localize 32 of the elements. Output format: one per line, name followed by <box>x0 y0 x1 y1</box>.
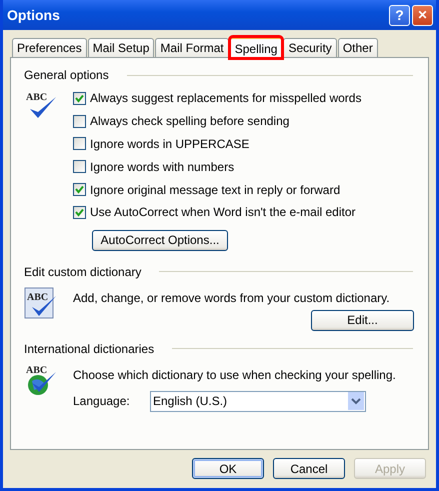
description-text: Choose which dictionary to use when checking your spelling. <box>73 368 397 382</box>
tab[interactable]: Other <box>338 38 378 57</box>
checkbox[interactable] <box>73 114 86 128</box>
checkbox-label: Ignore original message text in reply or forward <box>90 182 340 197</box>
checkbox-label: Always suggest replacements for misspelled words <box>90 91 362 106</box>
checkbox[interactable] <box>73 92 86 105</box>
description-text: Add, change, or remove words from your custom dictionary. <box>73 290 391 305</box>
tab[interactable]: Mail Setup <box>88 38 154 57</box>
checkbox-label: Use AutoCorrect when Word isn't the e-mail editor <box>90 205 356 220</box>
section-heading: International dictionaries <box>24 342 154 356</box>
dialog-button[interactable]: OK <box>192 458 264 479</box>
section-heading: General options <box>24 68 109 82</box>
autocorrect-options-button[interactable]: AutoCorrect Options... <box>92 230 228 251</box>
edit-button[interactable]: Edit... <box>311 310 414 331</box>
language-dropdown[interactable]: English (U.S.) <box>150 390 366 412</box>
tab[interactable]: Spelling <box>230 37 282 58</box>
window-title: Options <box>7 7 60 23</box>
tab[interactable]: Mail Format <box>155 38 229 57</box>
checkbox[interactable] <box>73 183 86 196</box>
section-heading: Edit custom dictionary <box>24 264 142 279</box>
checkbox[interactable] <box>73 160 86 174</box>
checkbox-label: Ignore words with numbers <box>90 160 234 174</box>
dialog-button[interactable]: Cancel <box>273 458 345 479</box>
close-button[interactable]: ✕ <box>412 4 433 26</box>
checkbox[interactable] <box>73 206 86 219</box>
checkbox-label: Always check spelling before sending <box>90 114 290 128</box>
tab[interactable]: Preferences <box>12 38 87 57</box>
tab[interactable]: Security <box>283 38 337 57</box>
help-button[interactable]: ? <box>389 4 410 26</box>
language-label: Language: <box>73 394 131 408</box>
checkbox[interactable] <box>73 137 86 150</box>
checkbox-label: Ignore words in UPPERCASE <box>90 136 250 151</box>
